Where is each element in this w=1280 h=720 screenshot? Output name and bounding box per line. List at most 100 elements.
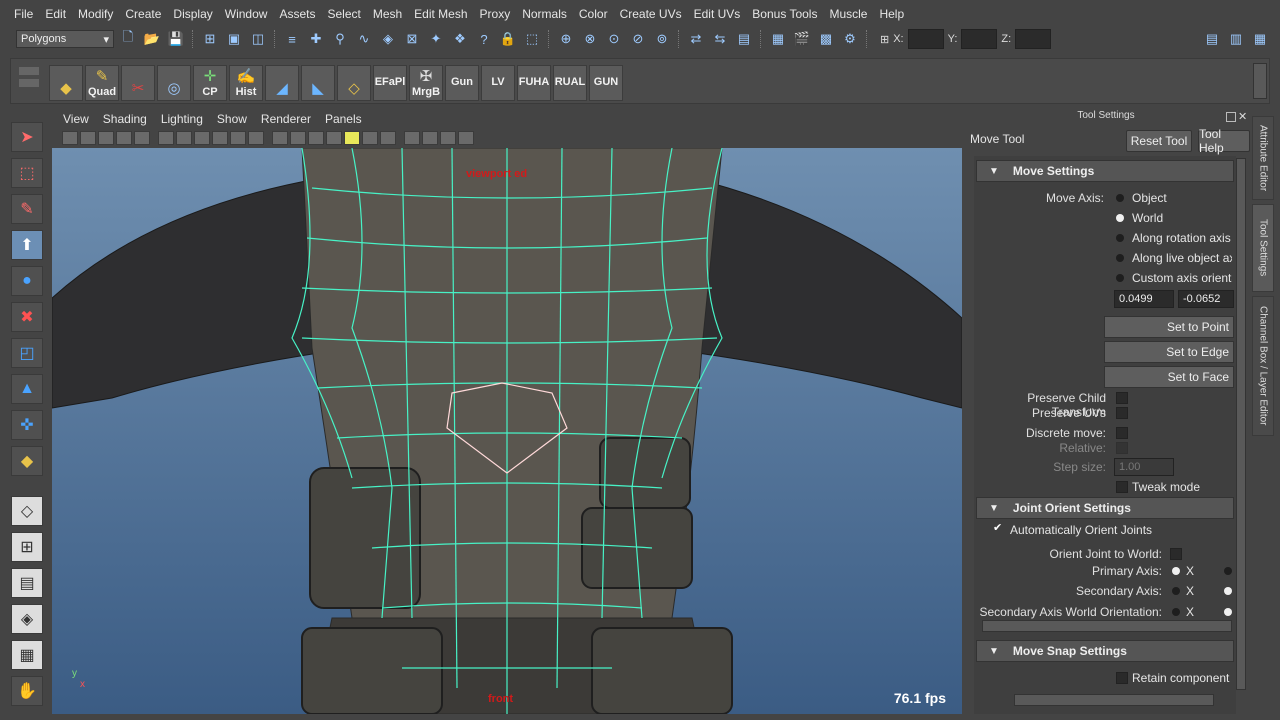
tool-help-button[interactable]: Tool Help [1198, 127, 1250, 155]
preserve-child-checkbox[interactable] [1116, 392, 1128, 404]
menu-window[interactable]: Window [219, 7, 274, 21]
shadows-icon[interactable] [362, 131, 378, 145]
absolute-transform-icon[interactable]: ⊞ [880, 33, 889, 46]
shelf-button-quad[interactable]: ✎ Quad [85, 65, 119, 101]
panel-menu-renderer[interactable]: Renderer [254, 112, 318, 126]
backface-icon[interactable] [458, 131, 474, 145]
set-to-edge-button[interactable]: Set to Edge [1104, 341, 1234, 363]
gate-mask-icon[interactable] [194, 131, 210, 145]
highlight-selection-icon[interactable]: ⬚ [522, 29, 542, 49]
radio-object[interactable] [1116, 194, 1124, 202]
wireframe-icon[interactable] [272, 131, 288, 145]
save-scene-icon[interactable]: 💾 [166, 29, 186, 49]
input-output-icon[interactable]: ⇄ [686, 29, 706, 49]
menu-color[interactable]: Color [573, 7, 614, 21]
menu-assets[interactable]: Assets [273, 7, 321, 21]
y-field[interactable] [961, 29, 998, 49]
film-gate-icon[interactable] [158, 131, 174, 145]
select-joint-icon[interactable]: ⚲ [330, 29, 350, 49]
z-field[interactable] [1015, 29, 1052, 49]
tool-settings-scrollbar[interactable] [1236, 158, 1246, 690]
hypershade-layout-icon[interactable]: ▦ [11, 640, 43, 670]
menu-create[interactable]: Create [119, 7, 167, 21]
select-hierarchy-icon[interactable]: ⊞ [200, 29, 220, 49]
open-scene-icon[interactable]: 📂 [142, 29, 162, 49]
image-plane-icon[interactable] [116, 131, 132, 145]
menu-mesh[interactable]: Mesh [367, 7, 408, 21]
shelf-button-extrude[interactable]: ◢ [265, 65, 299, 101]
shelf-button-lv[interactable]: LV [481, 65, 515, 101]
set-to-face-button[interactable]: Set to Face [1104, 366, 1234, 388]
construction-history-icon[interactable]: ▤ [734, 29, 754, 49]
shelf-button-gun-2[interactable]: GUN [589, 65, 623, 101]
menu-edit[interactable]: Edit [39, 7, 72, 21]
secondary-world-x-radio[interactable] [1172, 608, 1180, 616]
panel-menu-shading[interactable]: Shading [96, 112, 154, 126]
select-object-icon[interactable]: ▣ [224, 29, 244, 49]
shelf-button-cp[interactable]: ✛ CP [193, 65, 227, 101]
radio-live-object-axis[interactable] [1116, 254, 1124, 262]
shelf-menu[interactable] [19, 67, 39, 95]
joint-orient-header[interactable]: ▼ Joint Orient Settings [976, 497, 1234, 519]
isolate-icon[interactable] [404, 131, 420, 145]
render-settings-icon[interactable]: ⚙ [840, 29, 860, 49]
custom-axis-field-a[interactable]: 0.0499 [1114, 290, 1174, 308]
tab-tool-settings[interactable]: Tool Settings [1252, 204, 1274, 292]
show-manipulator-icon[interactable]: ✜ [11, 410, 43, 440]
menuset-dropdown[interactable]: Polygons ▾ [16, 30, 114, 48]
auto-orient-checkbox[interactable] [992, 521, 1004, 536]
four-view-layout-icon[interactable]: ⊞ [11, 532, 43, 562]
move-snap-header[interactable]: ▼ Move Snap Settings [976, 640, 1234, 662]
reset-tool-button[interactable]: Reset Tool [1126, 130, 1192, 152]
radio-custom-axis[interactable] [1116, 274, 1124, 282]
select-dynamic-icon[interactable]: ✦ [426, 29, 446, 49]
secondary-world-y-radio[interactable] [1224, 608, 1232, 616]
menu-modify[interactable]: Modify [72, 7, 119, 21]
primary-axis-x-radio[interactable] [1172, 567, 1180, 575]
field-chart-icon[interactable] [212, 131, 228, 145]
shelf-button-merge[interactable]: ◇ [337, 65, 371, 101]
last-tool-icon[interactable]: ◆ [11, 446, 43, 476]
shelf-button-hist[interactable]: ✍ Hist [229, 65, 263, 101]
soft-mod-icon[interactable]: ▲ [11, 374, 43, 404]
persp-graph-layout-icon[interactable]: ◈ [11, 604, 43, 634]
move-tool-icon[interactable]: ⬆ [11, 230, 43, 260]
menu-edit-mesh[interactable]: Edit Mesh [408, 7, 473, 21]
menu-file[interactable]: File [8, 7, 39, 21]
shelf-scrollbar[interactable] [1253, 63, 1267, 99]
xray-icon[interactable] [422, 131, 438, 145]
snap-plane-icon[interactable]: ⊘ [628, 29, 648, 49]
channel-box-toggle-icon[interactable]: ▦ [1250, 29, 1270, 49]
set-to-point-button[interactable]: Set to Point [1104, 316, 1234, 338]
panel-menu-panels[interactable]: Panels [318, 112, 369, 126]
menu-create-uvs[interactable]: Create UVs [614, 7, 688, 21]
move-settings-header[interactable]: ▼ Move Settings [976, 160, 1234, 182]
camera-icon[interactable] [62, 131, 78, 145]
select-handle-icon[interactable]: ✚ [306, 29, 326, 49]
panel-menu-show[interactable]: Show [210, 112, 254, 126]
universal-manipulator-icon[interactable]: ◰ [11, 338, 43, 368]
shelf-button-loop[interactable]: ◎ [157, 65, 191, 101]
horizontal-scrollbar[interactable] [982, 620, 1232, 632]
radio-world[interactable] [1116, 214, 1124, 222]
orient-world-checkbox[interactable] [1170, 548, 1182, 560]
select-deform-icon[interactable]: ⊠ [402, 29, 422, 49]
textured-icon[interactable] [326, 131, 342, 145]
history-icon[interactable]: ⇆ [710, 29, 730, 49]
render-view-icon[interactable]: ▦ [768, 29, 788, 49]
bottom-scrollbar[interactable] [1014, 694, 1214, 706]
shelf-button-mrgb[interactable]: ✠ MrgB [409, 65, 443, 101]
radio-rotation-axis[interactable] [1116, 234, 1124, 242]
flat-shade-icon[interactable] [308, 131, 324, 145]
lock-selection-icon[interactable]: 🔒 [498, 29, 518, 49]
menu-proxy[interactable]: Proxy [474, 7, 517, 21]
x-field[interactable] [907, 29, 944, 49]
panel-menu-view[interactable]: View [56, 112, 96, 126]
attribute-editor-toggle-icon[interactable]: ▤ [1202, 29, 1222, 49]
tab-attribute-editor[interactable]: Attribute Editor [1252, 116, 1274, 200]
tool-settings-toggle-icon[interactable]: ▥ [1226, 29, 1246, 49]
menu-bonus-tools[interactable]: Bonus Tools [746, 7, 823, 21]
select-component-icon[interactable]: ◫ [248, 29, 268, 49]
new-scene-icon[interactable]: 🗋 [118, 29, 138, 49]
primary-axis-y-radio[interactable] [1224, 567, 1232, 575]
